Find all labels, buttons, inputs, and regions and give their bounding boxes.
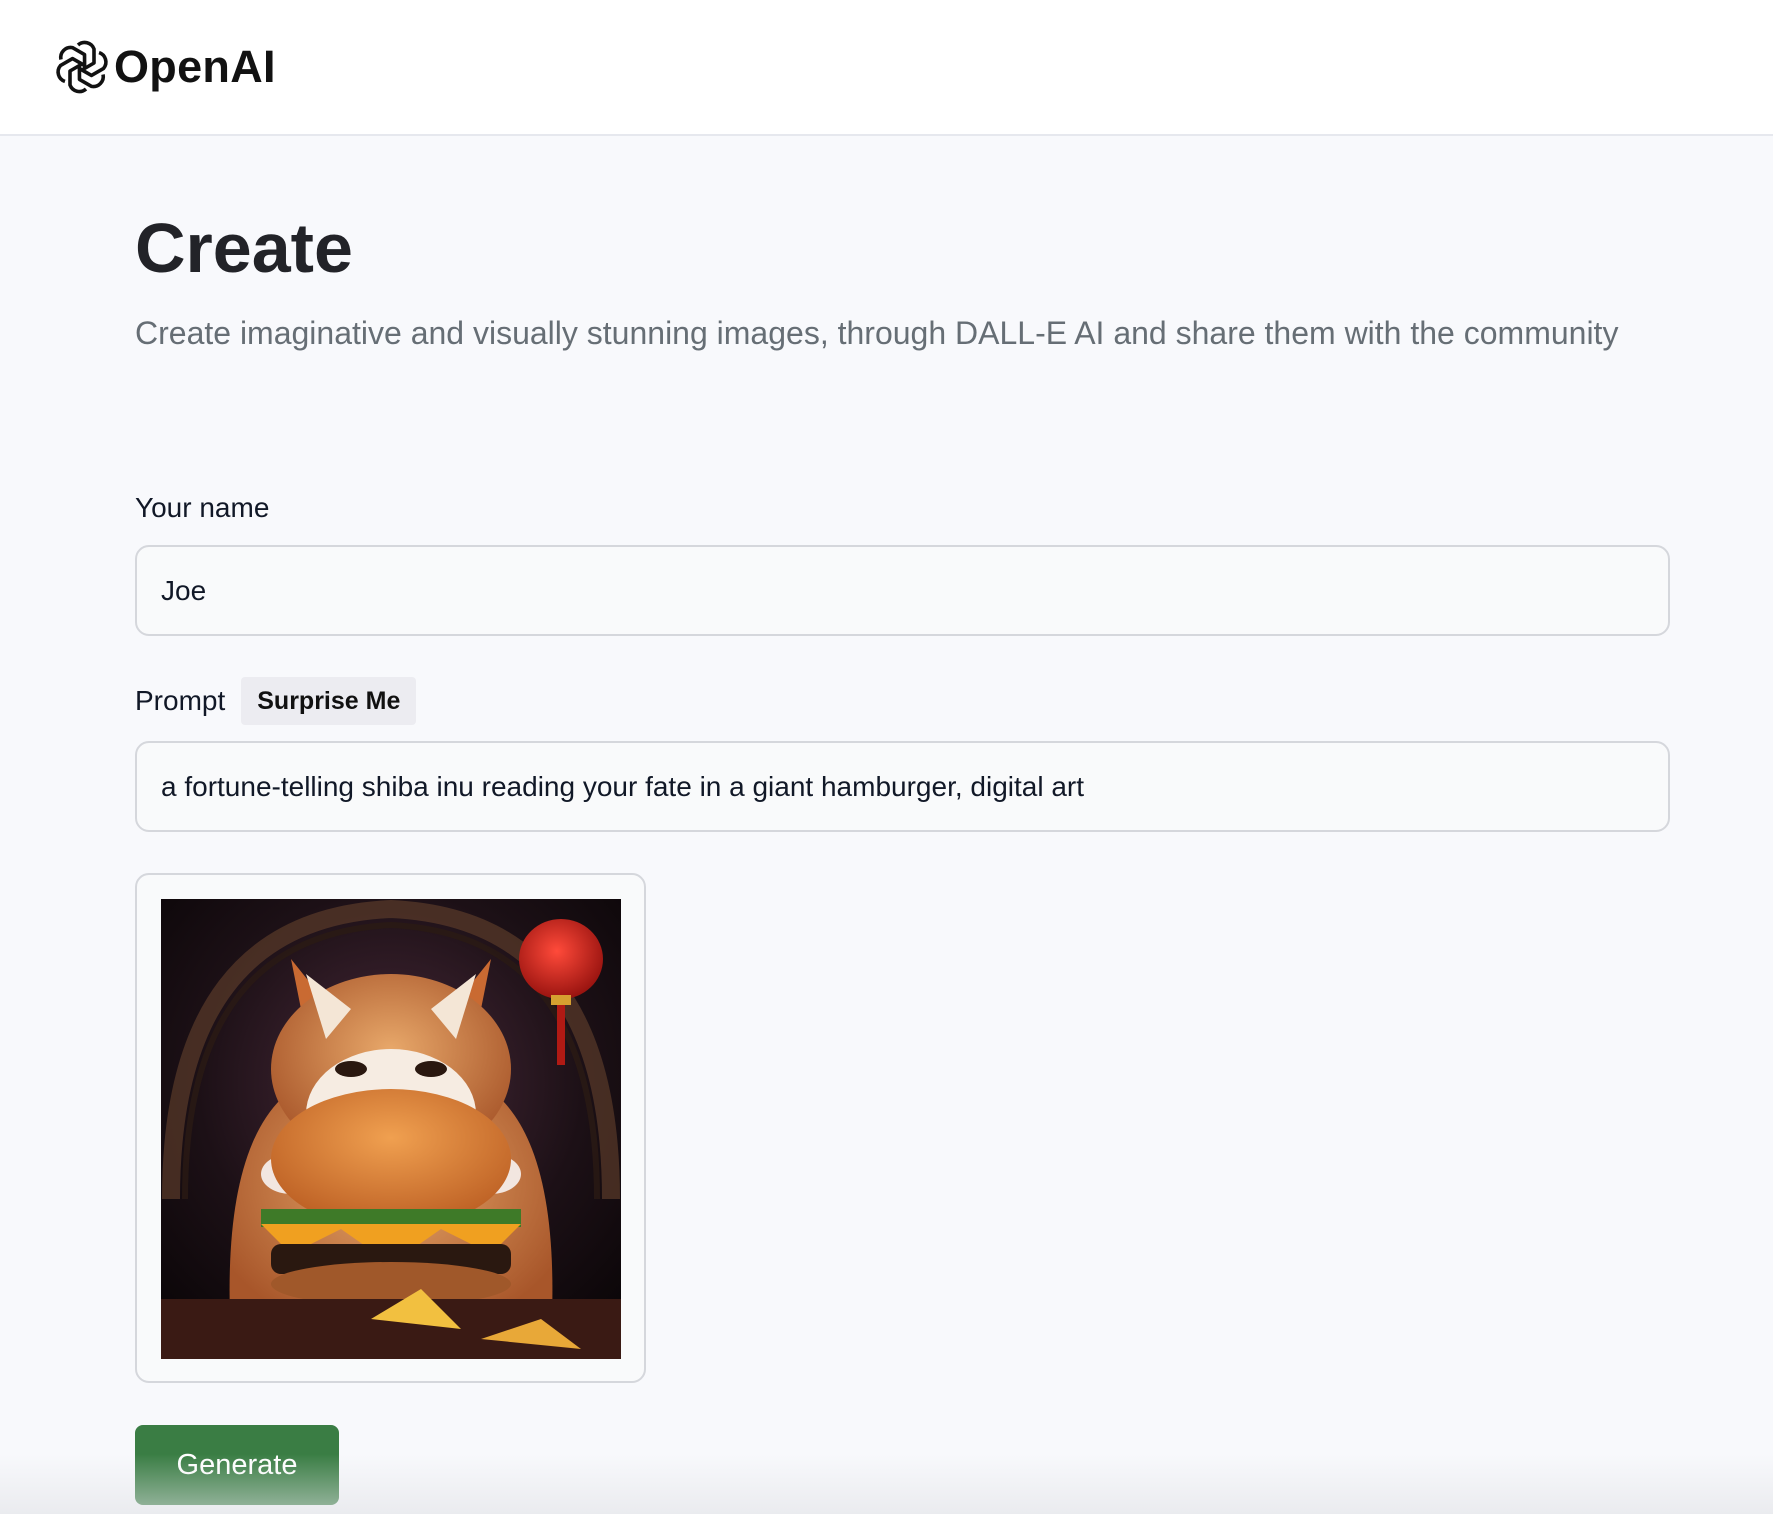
top-bar: OpenAI	[0, 0, 1773, 136]
brand-name: OpenAI	[114, 41, 276, 92]
prompt-label-row: Prompt Surprise Me	[135, 677, 417, 725]
image-preview	[135, 873, 646, 1383]
page-subtitle: Create imaginative and visually stunning…	[135, 315, 1619, 351]
generated-image	[161, 899, 621, 1359]
brand-logo[interactable]: OpenAI	[54, 39, 276, 95]
name-input[interactable]	[135, 545, 1670, 636]
prompt-label: Prompt	[135, 685, 226, 716]
page-title: Create	[135, 209, 353, 287]
surprise-me-button[interactable]: Surprise Me	[241, 677, 417, 725]
name-label: Your name	[135, 492, 270, 523]
generate-button[interactable]: Generate	[135, 1425, 339, 1505]
prompt-input[interactable]	[135, 741, 1670, 832]
openai-logo-icon	[56, 40, 108, 94]
